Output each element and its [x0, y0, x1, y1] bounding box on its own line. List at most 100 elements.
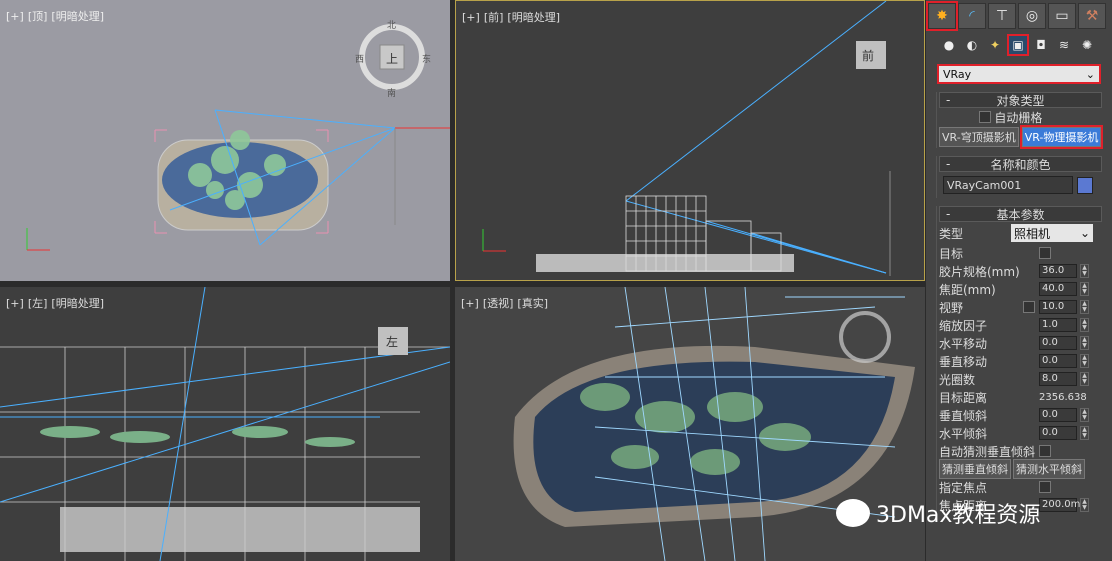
- spinner[interactable]: ▲ ▼: [1080, 282, 1089, 296]
- param-input[interactable]: 8.0: [1039, 372, 1077, 386]
- spinner[interactable]: ▲ ▼: [1080, 426, 1089, 440]
- param-row: 焦距(mm) 40.0 ▲ ▼: [937, 280, 1102, 298]
- auto-grid-label: 自动栅格: [994, 110, 1043, 125]
- spinner[interactable]: ▲ ▼: [1080, 498, 1089, 512]
- param-input[interactable]: 0.0: [1039, 408, 1077, 422]
- cameras-icon[interactable]: ▣: [1007, 34, 1029, 56]
- shapes-icon[interactable]: ◐: [963, 36, 981, 54]
- object-color-swatch[interactable]: [1077, 176, 1093, 194]
- guess-horizontal-button[interactable]: 猜测水平倾斜: [1013, 459, 1085, 479]
- focus-checkbox[interactable]: [1039, 481, 1051, 493]
- spinner[interactable]: ▲ ▼: [1080, 408, 1089, 422]
- param-row: 视野 10.0 ▲ ▼: [937, 298, 1102, 316]
- param-value: 2356.638: [1039, 391, 1087, 403]
- watermark: 3DMax教程资源: [836, 497, 1040, 529]
- param-label: 缩放因子: [939, 318, 988, 333]
- param-label: 光圈数: [939, 372, 976, 387]
- param-label: 目标距离: [939, 390, 988, 405]
- param-row: 垂直移动 0.0 ▲ ▼: [937, 352, 1102, 370]
- rollout-header[interactable]: - 对象类型: [939, 92, 1102, 108]
- left-view-scene: [0, 287, 450, 561]
- object-type-rollout: - 对象类型 自动栅格 VR-穹顶摄影机 VR-物理摄影机: [936, 92, 1104, 149]
- param-row: 光圈数 8.0 ▲ ▼: [937, 370, 1102, 388]
- command-panel: ✸ ◜ ⊤ ◎ ▭ ⚒ ● ◐ ✦ ▣ ◘ ≋ ✺ VRay ⌄ - 对象类型 自动…: [926, 0, 1112, 561]
- name-color-rollout: - 名称和颜色 VRayCam001: [936, 156, 1102, 198]
- category-dropdown[interactable]: VRay ⌄: [937, 64, 1101, 84]
- viewcube-label[interactable]: 上: [386, 50, 398, 67]
- space-warps-icon[interactable]: ≋: [1055, 36, 1073, 54]
- param-label: 水平移动: [939, 336, 988, 351]
- auto-guess-checkbox[interactable]: [1038, 445, 1051, 457]
- compass-south: 南: [387, 89, 397, 99]
- lights-icon[interactable]: ✦: [986, 36, 1004, 54]
- target-checkbox[interactable]: [1039, 247, 1051, 259]
- target-label: 目标: [939, 246, 964, 261]
- rollout-header[interactable]: - 基本参数: [939, 206, 1102, 222]
- focus-label: 指定焦点: [939, 480, 988, 495]
- auto-grid-checkbox[interactable]: [978, 111, 991, 123]
- panel-tabs: ✸ ◜ ⊤ ◎ ▭ ⚒: [926, 0, 1112, 31]
- spinner[interactable]: ▲ ▼: [1080, 354, 1089, 368]
- param-input[interactable]: 1.0: [1039, 318, 1077, 332]
- param-label: 垂直移动: [939, 354, 988, 369]
- top-view-scene: [26, 24, 450, 251]
- fov-checkbox[interactable]: [1023, 301, 1035, 313]
- type-dropdown[interactable]: 照相机 ⌄: [1011, 224, 1093, 242]
- viewcube-label[interactable]: 左: [386, 333, 398, 350]
- guess-vertical-button[interactable]: 猜测垂直倾斜: [939, 459, 1011, 479]
- geometry-icon[interactable]: ●: [940, 36, 958, 54]
- auto-guess-label: 自动猜测垂直倾斜: [939, 444, 1036, 459]
- hierarchy-tab-icon[interactable]: ⊤: [988, 3, 1016, 29]
- viewport-label[interactable]: [+] [左] [明暗处理]: [6, 295, 108, 311]
- param-row: 水平倾斜 0.0 ▲ ▼: [937, 424, 1102, 442]
- rollout-header[interactable]: - 名称和颜色: [939, 156, 1102, 172]
- viewport-label[interactable]: [+] [顶] [明暗处理]: [6, 8, 108, 24]
- param-input[interactable]: 40.0: [1039, 282, 1077, 296]
- systems-icon[interactable]: ✺: [1078, 36, 1096, 54]
- modify-tab-icon[interactable]: ◜: [958, 3, 986, 29]
- param-input[interactable]: 0.0: [1039, 354, 1077, 368]
- param-input[interactable]: 0.0: [1039, 336, 1077, 350]
- param-label: 水平倾斜: [939, 426, 988, 441]
- viewport-left[interactable]: [+] [左] [明暗处理] 左: [0, 287, 450, 561]
- create-tab-icon[interactable]: ✸: [926, 1, 958, 31]
- spinner[interactable]: ▲ ▼: [1080, 372, 1089, 386]
- motion-tab-icon[interactable]: ◎: [1018, 3, 1046, 29]
- param-row: 垂直倾斜 0.0 ▲ ▼: [937, 406, 1102, 424]
- utilities-tab-icon[interactable]: ⚒: [1078, 3, 1106, 29]
- display-tab-icon[interactable]: ▭: [1048, 3, 1076, 29]
- spinner[interactable]: ▲ ▼: [1080, 318, 1089, 332]
- object-name-input[interactable]: VRayCam001: [943, 176, 1073, 194]
- compass-east: 东: [422, 55, 432, 65]
- vr-physical-camera-button[interactable]: VR-物理摄影机: [1019, 125, 1104, 149]
- vr-dome-camera-button[interactable]: VR-穹顶摄影机: [939, 127, 1019, 147]
- viewcube-label[interactable]: 前: [862, 47, 874, 64]
- param-input[interactable]: 36.0: [1039, 264, 1077, 278]
- viewport-front[interactable]: [+] [前] [明暗处理] 前: [455, 0, 925, 281]
- param-row: 胶片规格(mm) 36.0 ▲ ▼: [937, 262, 1102, 280]
- category-icons: ● ◐ ✦ ▣ ◘ ≋ ✺: [926, 30, 1112, 60]
- param-row: 目标距离 2356.638: [937, 388, 1102, 406]
- param-row: 水平移动 0.0 ▲ ▼: [937, 334, 1102, 352]
- param-input[interactable]: 0.0: [1039, 426, 1077, 440]
- viewport-label[interactable]: [+] [透视] [真实]: [461, 295, 552, 311]
- param-label: 胶片规格(mm): [939, 264, 1020, 279]
- spinner[interactable]: ▲ ▼: [1080, 264, 1089, 278]
- param-label: 垂直倾斜: [939, 408, 988, 423]
- param-label: 视野: [939, 300, 964, 315]
- param-input[interactable]: 10.0: [1039, 300, 1077, 314]
- basic-params-rollout: - 基本参数 类型 照相机 ⌄ 目标 胶片规格(mm) 36.0 ▲ ▼ 焦距(mm) 40.…: [936, 206, 1102, 514]
- spinner[interactable]: ▲ ▼: [1080, 336, 1089, 350]
- type-label: 类型: [939, 226, 964, 241]
- front-view-scene: [482, 1, 891, 276]
- compass-west: 西: [355, 55, 365, 65]
- viewport-top[interactable]: [+] [顶] [明暗处理] 上 北 南 西 东: [0, 0, 450, 281]
- spinner[interactable]: ▲ ▼: [1080, 300, 1089, 314]
- wechat-icon: [836, 499, 870, 527]
- helpers-icon[interactable]: ◘: [1032, 36, 1050, 54]
- focus-distance-input[interactable]: 200.0m: [1039, 498, 1080, 512]
- chevron-down-icon: ⌄: [1085, 67, 1095, 81]
- compass-north: 北: [387, 21, 397, 31]
- viewport-label[interactable]: [+] [前] [明暗处理]: [462, 9, 564, 25]
- param-label: 焦距(mm): [939, 282, 996, 297]
